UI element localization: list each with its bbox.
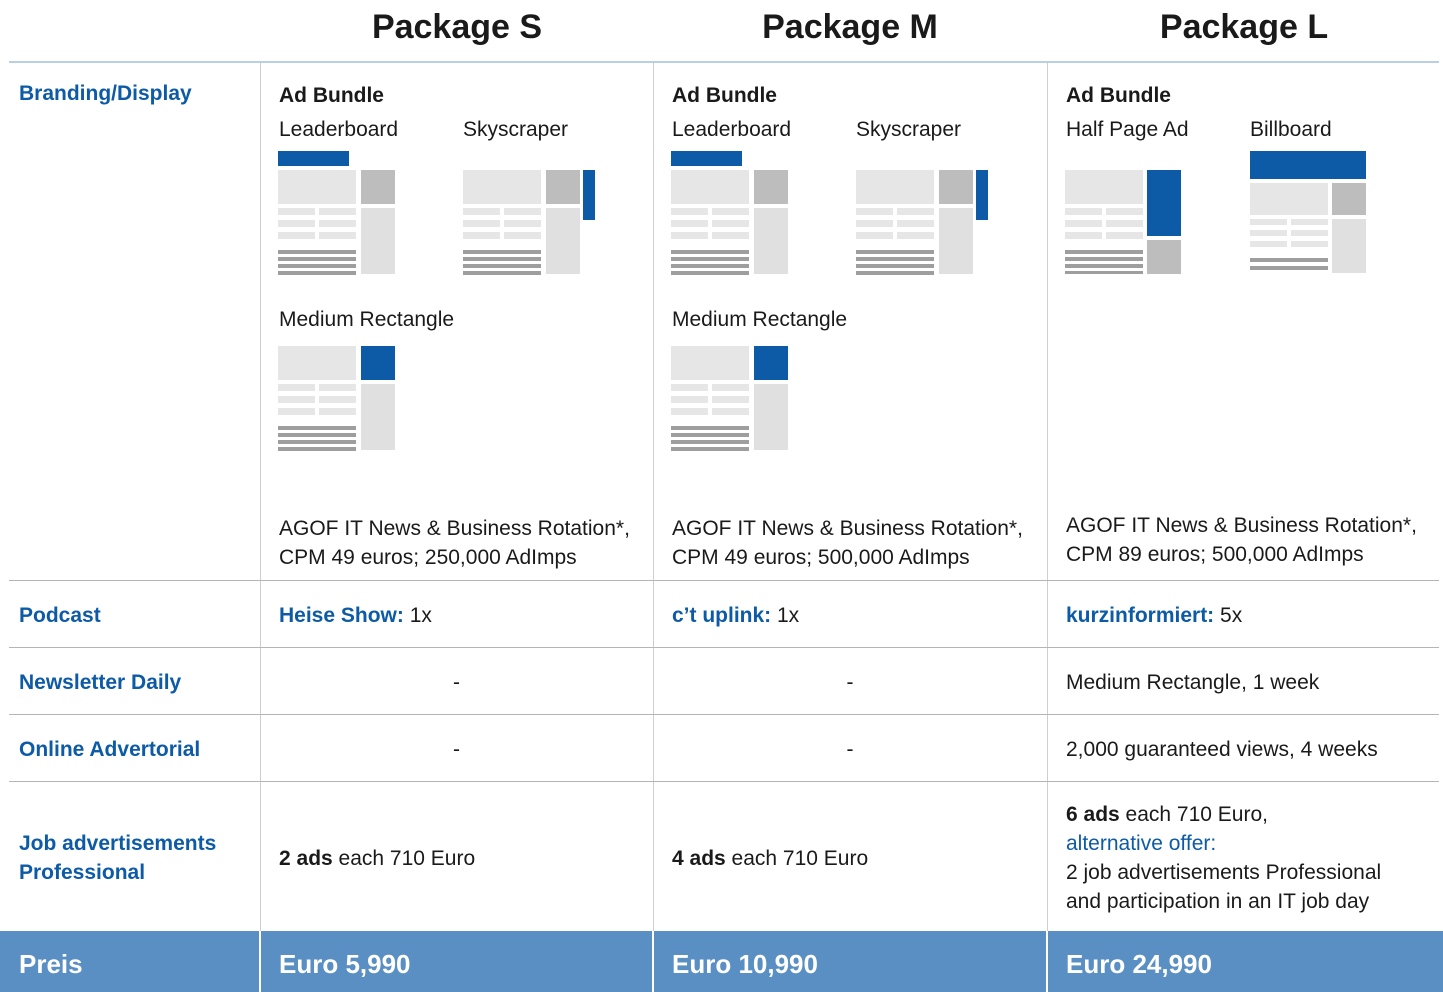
ad-label-billboard: Billboard xyxy=(1250,118,1332,141)
ad-label-medium-rectangle: Medium Rectangle xyxy=(279,308,455,331)
rotation-line-1: AGOF IT News & Business Rotation*, xyxy=(1066,514,1417,537)
price-label: Preis xyxy=(19,949,83,979)
leaderboard-thumbnail-icon xyxy=(278,151,395,275)
jobs-count: 4 ads xyxy=(672,847,726,870)
row-divider xyxy=(9,714,1439,715)
half-page-ad-thumbnail-icon xyxy=(1065,170,1181,274)
podcast-count: 1x xyxy=(771,604,800,627)
jobs-alternative-line-2: and participation in an IT job day xyxy=(1066,890,1370,913)
newsletter-cell: - xyxy=(846,671,854,694)
rotation-line-1: AGOF IT News & Business Rotation*, xyxy=(672,517,1023,540)
podcast-name: Heise Show: xyxy=(279,604,404,627)
row-divider xyxy=(9,580,1439,581)
jobs-count: 6 ads xyxy=(1066,803,1120,826)
jobs-price: each 710 Euro, xyxy=(1119,803,1268,826)
ad-label-skyscraper: Skyscraper xyxy=(463,118,569,141)
jobs-cell: 4 ads each 710 Euro xyxy=(672,844,868,873)
row-label-podcast: Podcast xyxy=(19,604,101,627)
footer-divider xyxy=(652,931,654,992)
header-package-s: Package S xyxy=(371,8,543,46)
ad-label-half-page-ad: Half Page Ad xyxy=(1066,118,1189,141)
row-label-branding: Branding/Display xyxy=(19,82,192,105)
header-package-m: Package M xyxy=(762,8,938,46)
podcast-name: c’t uplink: xyxy=(672,604,772,627)
price-package-m: Euro 10,990 xyxy=(672,949,818,979)
rotation-line-2: CPM 89 euros; 500,000 AdImps xyxy=(1066,543,1364,566)
newsletter-cell: Medium Rectangle, 1 week xyxy=(1066,671,1320,694)
price-package-s: Euro 5,990 xyxy=(279,949,411,979)
ad-bundle-title: Ad Bundle xyxy=(279,84,384,107)
price-package-l: Euro 24,990 xyxy=(1066,949,1212,979)
column-divider xyxy=(1047,63,1048,931)
podcast-count: 5x xyxy=(1214,604,1243,627)
ad-bundle-title: Ad Bundle xyxy=(672,84,777,107)
medium-rectangle-thumbnail-icon xyxy=(671,346,788,451)
jobs-alternative-line-1: 2 job advertisements Professional xyxy=(1066,861,1382,884)
jobs-cell: 2 ads each 710 Euro xyxy=(279,844,475,873)
header-divider xyxy=(9,61,1439,63)
ad-label-leaderboard: Leaderboard xyxy=(672,118,792,141)
column-divider xyxy=(260,63,261,931)
jobs-count: 2 ads xyxy=(279,847,333,870)
ad-label-medium-rectangle: Medium Rectangle xyxy=(672,308,848,331)
podcast-cell: Heise Show: 1x xyxy=(279,601,432,630)
podcast-cell: kurzinformiert: 5x xyxy=(1066,601,1242,630)
footer-divider xyxy=(259,931,261,992)
jobs-alternative-label: alternative offer: xyxy=(1066,832,1217,855)
ad-label-leaderboard: Leaderboard xyxy=(279,118,399,141)
row-divider xyxy=(9,647,1439,648)
column-divider xyxy=(653,63,654,931)
rotation-line-2: CPM 49 euros; 500,000 AdImps xyxy=(672,546,970,569)
ad-label-skyscraper: Skyscraper xyxy=(856,118,962,141)
row-label-advertorial: Online Advertorial xyxy=(19,738,201,761)
jobs-price: each 710 Euro xyxy=(725,847,869,870)
row-label-newsletter: Newsletter Daily xyxy=(19,671,182,694)
advertorial-cell: - xyxy=(846,738,854,761)
podcast-cell: c’t uplink: 1x xyxy=(672,601,799,630)
jobs-price: each 710 Euro xyxy=(332,847,476,870)
billboard-thumbnail-icon xyxy=(1250,151,1366,273)
header-package-l: Package L xyxy=(1159,8,1329,46)
podcast-count: 1x xyxy=(403,604,432,627)
rotation-line-2: CPM 49 euros; 250,000 AdImps xyxy=(279,546,577,569)
skyscraper-thumbnail-icon xyxy=(463,170,595,275)
jobs-cell: 6 ads each 710 Euro, alternative offer: … xyxy=(1066,800,1381,916)
leaderboard-thumbnail-icon xyxy=(671,151,788,275)
advertorial-cell: 2,000 guaranteed views, 4 weeks xyxy=(1066,738,1378,761)
footer-divider xyxy=(1046,931,1048,992)
row-divider xyxy=(9,781,1439,782)
medium-rectangle-thumbnail-icon xyxy=(278,346,395,451)
skyscraper-thumbnail-icon xyxy=(856,170,988,275)
row-label-jobs: Job advertisements Professional xyxy=(19,832,217,884)
advertorial-cell: - xyxy=(453,738,460,761)
newsletter-cell: - xyxy=(453,671,460,694)
podcast-name: kurzinformiert: xyxy=(1066,604,1215,627)
rotation-line-1: AGOF IT News & Business Rotation*, xyxy=(279,517,630,540)
ad-bundle-title: Ad Bundle xyxy=(1066,84,1171,107)
